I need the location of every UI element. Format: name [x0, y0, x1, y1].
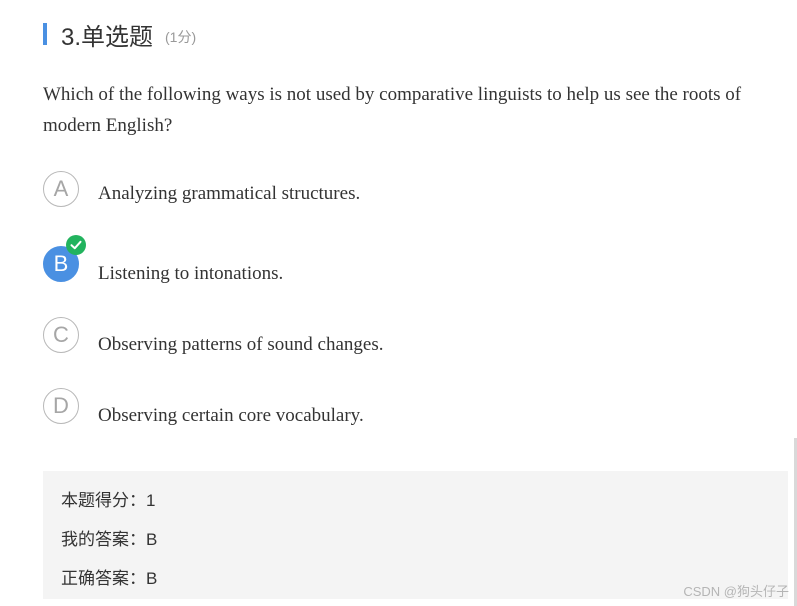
option-c-text: Observing patterns of sound changes. [98, 334, 384, 355]
question-score: (1分) [165, 29, 197, 45]
option-b-letter: B [53, 251, 69, 276]
option-d-text: Observing certain core vocabulary. [98, 405, 364, 426]
option-c[interactable]: C Observing patterns of sound changes. [43, 317, 763, 361]
option-a-text: Analyzing grammatical structures. [98, 183, 361, 204]
my-answer-line: 我的答案：B [61, 530, 158, 549]
check-icon [66, 235, 86, 255]
watermark: CSDN @狗头仔子 [683, 584, 789, 599]
option-c-circle[interactable]: C [43, 317, 79, 353]
option-b[interactable]: B Listening to intonations. [43, 235, 763, 290]
score-line: 本题得分：1 [61, 491, 156, 510]
correct-answer-line: 正确答案：B [61, 569, 158, 588]
question-text: Which of the following ways is not used … [43, 84, 742, 136]
header-accent-bar [43, 23, 47, 45]
option-a-circle[interactable]: A [43, 171, 79, 207]
option-d-circle[interactable]: D [43, 388, 79, 424]
option-d[interactable]: D Observing certain core vocabulary. [43, 388, 763, 432]
result-panel: 本题得分：1 我的答案：B 正确答案：B [43, 471, 788, 599]
question-title: 3.单选题 [61, 23, 154, 51]
option-a[interactable]: A Analyzing grammatical structures. [43, 171, 763, 215]
option-b-text: Listening to intonations. [98, 263, 284, 284]
question-header: 3.单选题 (1分) [43, 18, 197, 51]
